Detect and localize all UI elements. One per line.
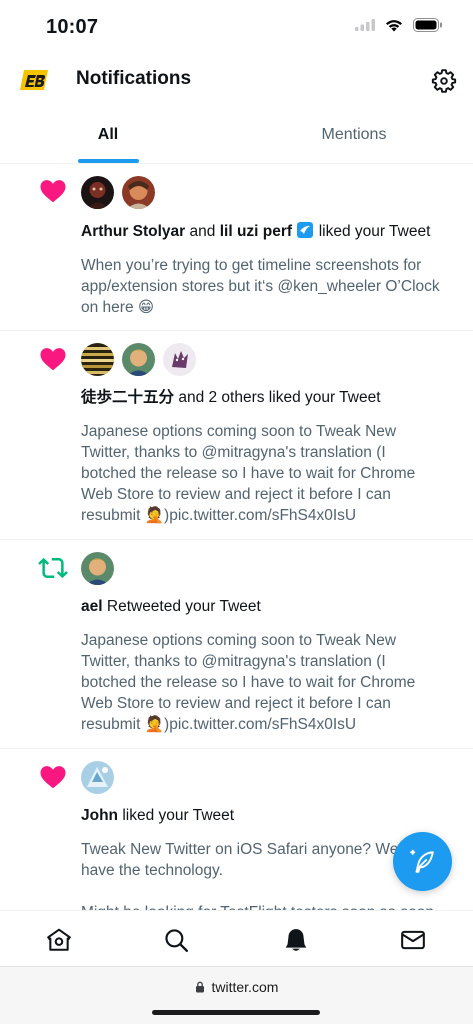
- tweet-line: [81, 881, 441, 902]
- battery-icon: [413, 18, 442, 32]
- avatar[interactable]: [122, 176, 155, 209]
- user-name-link[interactable]: ael: [81, 598, 103, 615]
- conjunction-text: and: [189, 223, 216, 240]
- avatar[interactable]: [163, 343, 196, 376]
- avatar[interactable]: [122, 343, 155, 376]
- avatar[interactable]: [81, 343, 114, 376]
- user-name-link[interactable]: Arthur Stolyar: [81, 223, 185, 240]
- tweet-line: Might be looking for TestFlight testers …: [81, 902, 441, 910]
- tab-all-label: All: [97, 125, 119, 143]
- tweak-new-twitter-logo-icon[interactable]: [18, 68, 50, 92]
- cellular-signal-icon: [355, 19, 375, 31]
- heart-icon: [40, 766, 66, 789]
- page-title: Notifications: [76, 68, 192, 89]
- user-name-link[interactable]: 徒歩二十五分: [81, 389, 174, 406]
- status-icons: [355, 18, 443, 32]
- tweet-line: on here 😁: [81, 299, 155, 316]
- tweet-preview[interactable]: Japanese options coming soon to Tweak Ne…: [81, 630, 441, 735]
- gear-icon[interactable]: [431, 68, 457, 94]
- tweet-line: Japanese options coming soon to Tweak Ne…: [81, 632, 397, 649]
- active-tab-indicator: [78, 159, 139, 163]
- user-name-link[interactable]: lil uzi perf: [220, 223, 292, 240]
- user-name-link[interactable]: John: [81, 807, 118, 824]
- notification-text: 徒歩二十五分 and 2 others liked your Tweet: [81, 387, 453, 408]
- tweet-line: When you’re trying to get timeline scree…: [81, 257, 422, 274]
- compose-feather-icon: [409, 849, 434, 873]
- avatar-group: [81, 761, 114, 794]
- compose-tweet-button[interactable]: [393, 832, 452, 891]
- heart-icon: [40, 348, 66, 371]
- notification-text: Arthur Stolyar and lil uzi perf liked yo…: [81, 221, 453, 242]
- notification-text: ael Retweeted your Tweet: [81, 596, 453, 617]
- url-text: twitter.com: [211, 979, 279, 995]
- notification-text: John liked your Tweet: [81, 805, 453, 826]
- wifi-icon: [386, 19, 402, 31]
- avatar-group: [81, 176, 155, 209]
- avatar[interactable]: [81, 552, 114, 585]
- tweet-line: Web Store to review and reject it before…: [81, 486, 391, 503]
- verified-badge-icon: [297, 222, 314, 238]
- tweet-line: resubmit 🤦)pic.twitter.com/sFhS4x0IsU: [81, 507, 357, 524]
- tweet-line: Japanese options coming soon to Tweak Ne…: [81, 423, 397, 440]
- tab-mentions[interactable]: Mentions: [236, 106, 472, 163]
- notification-feed[interactable]: Arthur Stolyar and lil uzi perf liked yo…: [0, 164, 473, 910]
- retweet-icon: [38, 557, 68, 579]
- avatar-group: [81, 343, 196, 376]
- tab-all[interactable]: All: [0, 106, 236, 163]
- tweet-line: botched the release so I have to wait fo…: [81, 674, 416, 691]
- tweet-line: Tweak New Twitter on iOS Safari anyone? …: [81, 841, 399, 858]
- status-time: 10:07: [46, 16, 99, 38]
- tweet-line: Twitter, thanks to @mitragyna's translat…: [81, 444, 386, 461]
- notifications-bell-icon[interactable]: [283, 927, 309, 953]
- tab-mentions-label: Mentions: [321, 125, 387, 143]
- tweet-preview[interactable]: Japanese options coming soon to Tweak Ne…: [81, 421, 441, 526]
- app-header: Notifications: [0, 56, 473, 106]
- tweet-line: resubmit 🤦)pic.twitter.com/sFhS4x0IsU: [81, 716, 357, 733]
- notification-item[interactable]: ael Retweeted your Tweet Japanese option…: [0, 540, 473, 749]
- tweet-line: Web Store to review and reject it before…: [81, 695, 391, 712]
- tweet-preview[interactable]: Tweak New Twitter on iOS Safari anyone? …: [81, 839, 441, 910]
- tweet-line: have the technology.: [81, 862, 223, 879]
- bottom-navigation: [0, 910, 473, 966]
- tweet-preview[interactable]: When you’re trying to get timeline scree…: [81, 255, 441, 318]
- notification-action: liked your Tweet: [318, 223, 431, 240]
- url-display[interactable]: twitter.com: [0, 979, 473, 995]
- notification-action: Retweeted your Tweet: [106, 598, 261, 615]
- heart-icon: [40, 180, 66, 203]
- notification-action: and 2 others liked your Tweet: [178, 389, 381, 406]
- notification-item[interactable]: John liked your Tweet Tweak New Twitter …: [0, 749, 473, 910]
- avatar[interactable]: [81, 761, 114, 794]
- lock-icon: [195, 981, 204, 993]
- messages-envelope-icon[interactable]: [400, 927, 426, 953]
- notification-action: liked your Tweet: [122, 807, 235, 824]
- home-indicator: [152, 1010, 320, 1015]
- browser-address-bar[interactable]: twitter.com: [0, 966, 473, 1024]
- status-bar: 10:07: [0, 0, 473, 56]
- avatar[interactable]: [81, 176, 114, 209]
- home-icon[interactable]: [46, 927, 72, 953]
- tweet-line: Twitter, thanks to @mitragyna's translat…: [81, 653, 386, 670]
- tweet-line: app/extension stores but it‘s @ken_wheel…: [81, 278, 440, 295]
- tweet-line: botched the release so I have to wait fo…: [81, 465, 416, 482]
- avatar-group: [81, 552, 114, 585]
- notification-item[interactable]: Arthur Stolyar and lil uzi perf liked yo…: [0, 164, 473, 331]
- notification-item[interactable]: 徒歩二十五分 and 2 others liked your Tweet Jap…: [0, 331, 473, 540]
- notification-tabs: All Mentions: [0, 106, 473, 164]
- search-icon[interactable]: [163, 927, 189, 953]
